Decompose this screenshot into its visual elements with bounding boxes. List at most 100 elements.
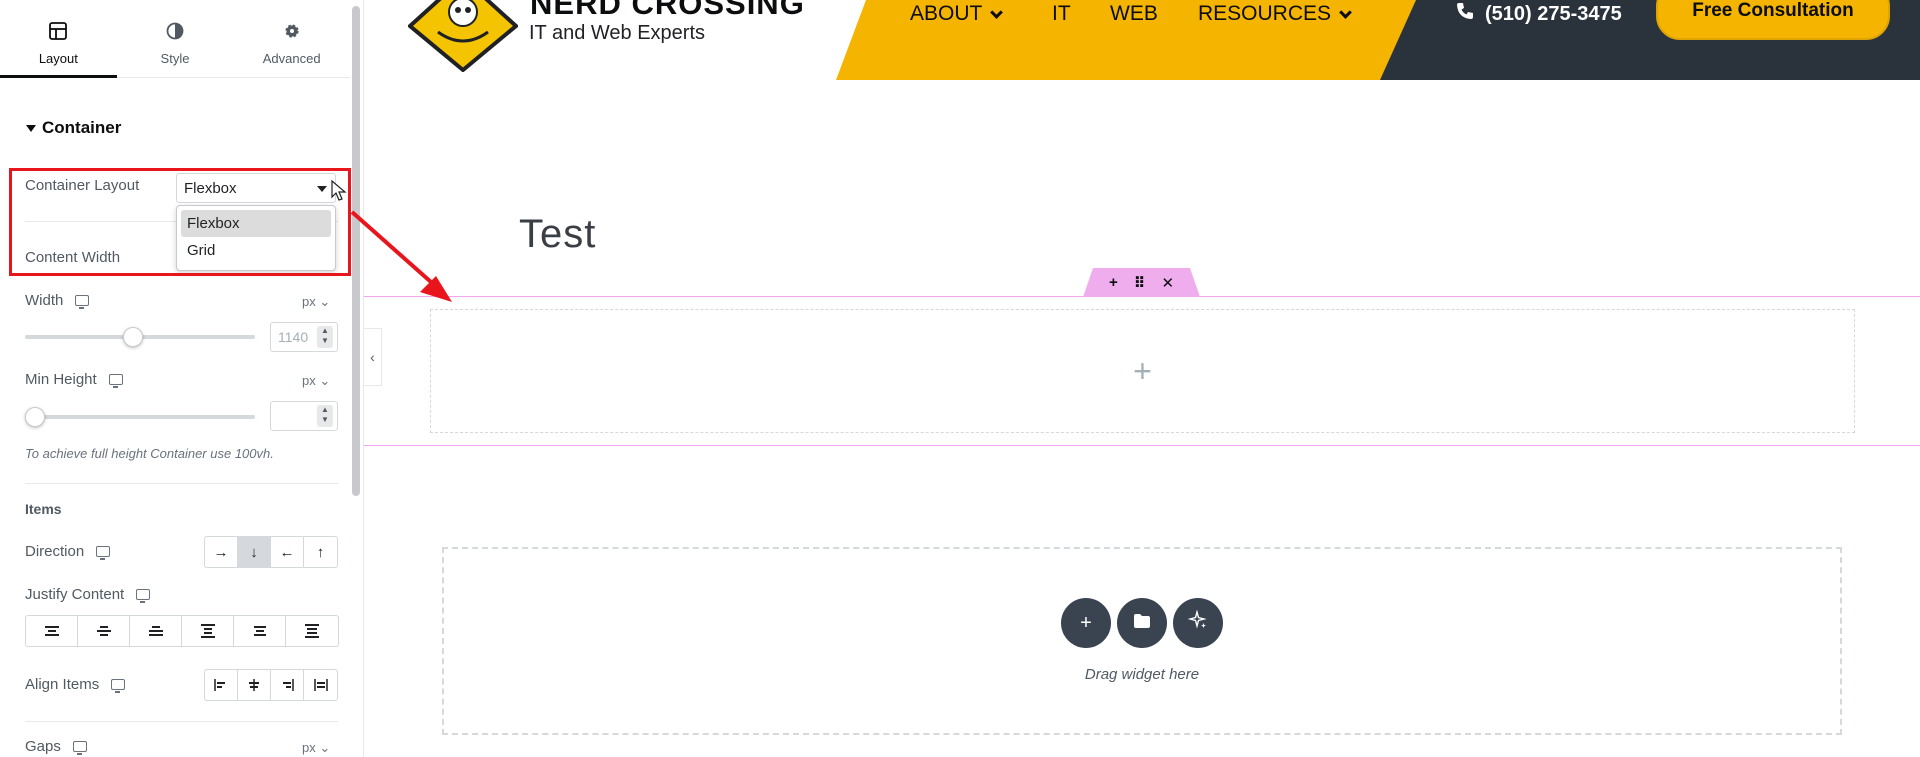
align-center-button[interactable] (238, 670, 271, 700)
nav-label: IT (1052, 2, 1071, 25)
brand-logo[interactable] (406, 0, 520, 73)
ai-sparkle-icon (1187, 609, 1208, 636)
drag-widget-hint: Drag widget here (1084, 666, 1200, 683)
label-text: Gaps (25, 738, 61, 755)
nav-item-web[interactable]: WEB (1110, 0, 1158, 28)
folder-icon (1133, 612, 1151, 635)
direction-row-button[interactable]: → (205, 537, 238, 567)
empty-container-drop[interactable]: + (430, 309, 1855, 433)
free-consultation-button[interactable]: Free Consultation (1656, 0, 1890, 40)
container-handle: + ⠿ ✕ (1083, 268, 1200, 297)
justify-start-button[interactable] (26, 616, 78, 646)
layout-icon (47, 20, 69, 42)
gaps-unit-select[interactable]: px ⌄ (302, 740, 330, 756)
desktop-icon[interactable] (75, 295, 90, 309)
desktop-icon[interactable] (96, 546, 111, 560)
tab-label: Advanced (262, 51, 321, 66)
justify-space-between-icon (200, 624, 215, 638)
min-height-label: Min Height (25, 371, 123, 388)
divider (25, 483, 338, 484)
phone-number: (510) 275-3475 (1485, 2, 1622, 25)
direction-column-reverse-button[interactable]: ↑ (304, 537, 337, 567)
align-stretch-icon (313, 679, 328, 691)
width-input[interactable]: 1140 ▲ ▼ (270, 322, 338, 352)
width-value: 1140 (278, 329, 309, 345)
section-toggle-container[interactable]: Container (26, 118, 121, 138)
unit-text: px (302, 740, 316, 755)
tab-advanced[interactable]: Advanced (233, 0, 350, 77)
gear-icon (281, 20, 303, 42)
desktop-icon[interactable] (72, 741, 87, 755)
min-height-input[interactable]: ▲ ▼ (270, 401, 338, 431)
chevron-down-icon (1339, 5, 1352, 19)
nav-item-resources[interactable]: RESOURCES (1198, 0, 1352, 28)
desktop-icon[interactable] (108, 374, 123, 388)
align-start-button[interactable] (205, 670, 238, 700)
mouse-cursor-icon (331, 180, 347, 201)
stepper-icon[interactable]: ▲ ▼ (317, 405, 333, 427)
justify-end-icon (148, 626, 163, 636)
label-text: Width (25, 292, 64, 309)
align-end-button[interactable] (271, 670, 304, 700)
direction-control: → ↓ ← ↑ (204, 536, 338, 568)
brand-name: NERD CROSSING (530, 0, 805, 21)
unit-text: px (302, 373, 316, 388)
nav-item-about[interactable]: ABOUT (910, 0, 1004, 28)
direction-label: Direction (25, 543, 111, 560)
tab-label: Layout (38, 51, 78, 66)
width-label: Width (25, 292, 90, 309)
justify-start-icon (44, 626, 59, 636)
align-items-label: Align Items (25, 676, 126, 693)
unit-text: px (302, 294, 316, 309)
brand-tagline: IT and Web Experts (529, 22, 706, 44)
nav-label: RESOURCES (1198, 2, 1332, 25)
justify-end-button[interactable] (130, 616, 182, 646)
align-items-control (204, 669, 338, 701)
align-end-icon (283, 679, 294, 691)
contrast-icon (164, 20, 186, 42)
desktop-icon[interactable] (136, 589, 151, 603)
section-title: Container (42, 118, 122, 137)
direction-row-reverse-button[interactable]: ← (271, 537, 304, 567)
desktop-icon[interactable] (111, 679, 126, 693)
panel-tabs: Layout Style Advanced (0, 0, 350, 78)
ai-generate-button[interactable] (1173, 598, 1223, 648)
panel-scrollbar[interactable] (352, 6, 360, 496)
min-height-slider[interactable] (25, 407, 255, 427)
label-text: Min Height (25, 371, 97, 388)
align-stretch-button[interactable] (304, 670, 337, 700)
tab-layout[interactable]: Layout (0, 0, 117, 78)
phone-link[interactable]: (510) 275-3475 (1455, 0, 1622, 28)
items-heading: Items (25, 501, 62, 517)
plus-icon[interactable]: + (1133, 353, 1152, 390)
direction-column-button[interactable]: ↓ (238, 537, 271, 567)
drag-handle-icon[interactable]: ⠿ (1134, 274, 1146, 292)
width-unit-select[interactable]: px ⌄ (302, 294, 330, 310)
width-slider[interactable] (25, 327, 255, 347)
justify-center-icon (96, 626, 111, 636)
close-icon[interactable]: ✕ (1161, 274, 1174, 292)
nav-item-it[interactable]: IT (1052, 0, 1071, 28)
min-height-unit-select[interactable]: px ⌄ (302, 373, 330, 389)
justify-space-around-button[interactable] (234, 616, 286, 646)
justify-space-between-button[interactable] (182, 616, 234, 646)
min-height-hint: To achieve full height Container use 100… (25, 446, 274, 461)
plus-icon: + (1080, 611, 1092, 634)
page-heading[interactable]: Test (519, 212, 596, 257)
add-section-button[interactable]: + (1061, 598, 1111, 648)
justify-space-around-icon (253, 626, 267, 636)
width-slider-thumb[interactable] (123, 327, 144, 347)
align-start-icon (214, 679, 225, 691)
min-height-slider-thumb[interactable] (25, 407, 45, 427)
chevron-down-icon (990, 5, 1004, 19)
template-library-button[interactable] (1117, 598, 1167, 648)
gaps-label: Gaps (25, 738, 87, 755)
nav-label: ABOUT (910, 2, 983, 25)
justify-space-evenly-button[interactable] (286, 616, 338, 646)
justify-center-button[interactable] (78, 616, 130, 646)
stepper-icon[interactable]: ▲ ▼ (317, 326, 333, 348)
plus-icon[interactable]: + (1109, 274, 1118, 291)
tab-style[interactable]: Style (117, 0, 234, 77)
label-text: Direction (25, 543, 85, 560)
divider (25, 721, 338, 722)
